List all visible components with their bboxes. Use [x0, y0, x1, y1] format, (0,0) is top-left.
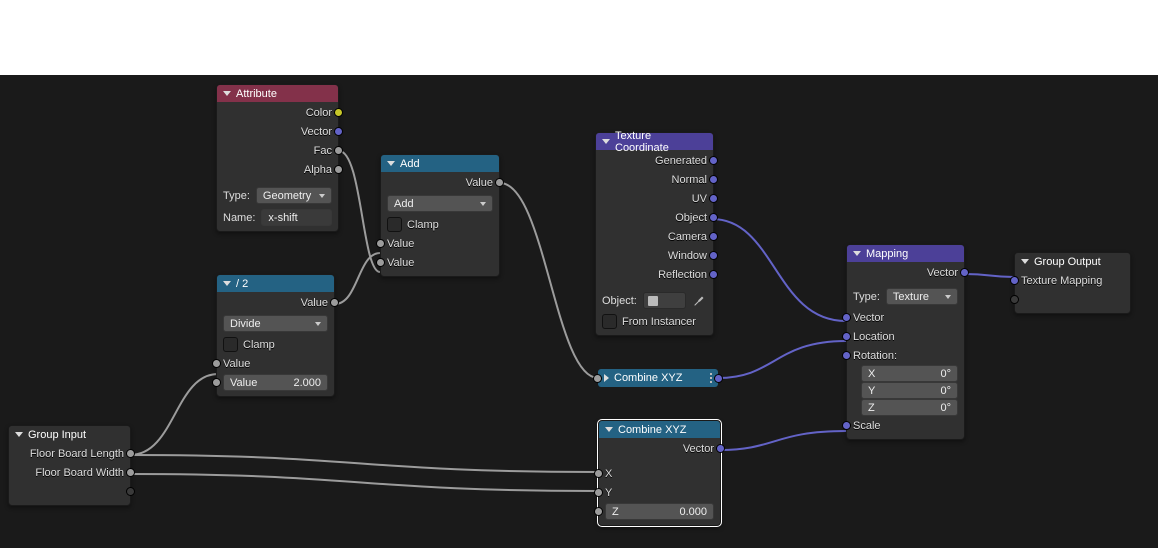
node-title: Combine XYZ — [618, 424, 686, 436]
node-group-input[interactable]: Group Input Floor Board Length Floor Boa… — [8, 425, 131, 506]
from-instancer-checkbox[interactable] — [602, 314, 617, 329]
chevron-down-icon — [1021, 259, 1029, 264]
node-group-output[interactable]: Group Output Texture Mapping — [1014, 252, 1131, 314]
socket-in[interactable] — [594, 488, 603, 497]
socket-out[interactable] — [126, 449, 135, 458]
socket-out[interactable] — [334, 165, 343, 174]
chevron-down-icon — [15, 432, 23, 437]
socket-in[interactable] — [842, 332, 851, 341]
socket-out[interactable] — [495, 178, 504, 187]
node-header[interactable]: Attribute — [217, 85, 338, 102]
socket-out[interactable] — [334, 146, 343, 155]
chevron-down-icon — [605, 427, 613, 432]
node-attribute[interactable]: Attribute Color Vector Fac Alpha Type: G… — [216, 84, 339, 232]
node-mapping[interactable]: Mapping Vector Type: Texture Vector Loca… — [846, 244, 965, 440]
node-title: Group Input — [28, 429, 86, 441]
socket-in[interactable] — [842, 421, 851, 430]
socket-in[interactable] — [376, 239, 385, 248]
socket-out[interactable] — [334, 127, 343, 136]
socket-in[interactable] — [842, 313, 851, 322]
node-header[interactable]: Group Input — [9, 426, 130, 443]
socket-in-virtual[interactable] — [1010, 295, 1019, 304]
node-header[interactable]: Texture Coordinate — [596, 133, 713, 150]
socket-out[interactable] — [709, 194, 718, 203]
mapping-type-select[interactable]: Texture — [886, 288, 958, 305]
socket-in[interactable] — [594, 507, 603, 516]
socket-in[interactable] — [594, 469, 603, 478]
node-header[interactable]: Group Output — [1015, 253, 1130, 270]
rotation-x-input[interactable]: X0° — [861, 365, 958, 382]
chevron-down-icon — [223, 281, 231, 286]
object-icon — [648, 296, 658, 306]
socket-out[interactable] — [709, 156, 718, 165]
node-title: Add — [400, 158, 420, 170]
eyedropper-icon[interactable] — [690, 292, 707, 309]
socket-out-virtual[interactable] — [126, 487, 135, 496]
value-const-row: Value2.000 — [217, 373, 334, 392]
socket-out[interactable] — [960, 268, 969, 277]
node-header[interactable]: Mapping — [847, 245, 964, 262]
socket-out[interactable] — [709, 270, 718, 279]
chevron-down-icon — [387, 161, 395, 166]
node-title: Texture Coordinate — [615, 130, 707, 154]
output-socket-row — [9, 482, 130, 501]
rotation-z-input[interactable]: Z0° — [861, 399, 958, 416]
socket-in[interactable] — [376, 258, 385, 267]
socket-out[interactable] — [716, 444, 725, 453]
node-combine-xyz[interactable]: Combine XYZ Vector X Y Z0.000 — [598, 420, 721, 526]
node-combine-xyz-collapsed[interactable]: Combine XYZ — [598, 369, 718, 387]
chevron-right-icon — [604, 374, 609, 382]
clamp-checkbox[interactable] — [387, 217, 402, 232]
z-number-input[interactable]: Z0.000 — [605, 503, 714, 520]
socket-out[interactable] — [709, 175, 718, 184]
node-texture-coordinate[interactable]: Texture Coordinate Generated Normal UV O… — [595, 132, 714, 336]
socket-out[interactable] — [709, 213, 718, 222]
socket-in[interactable] — [212, 359, 221, 368]
socket-out[interactable] — [709, 251, 718, 260]
value-number-input[interactable]: Value2.000 — [223, 374, 328, 391]
math-op-select[interactable]: Add — [387, 195, 493, 212]
node-math-add[interactable]: Add Value Add Clamp Value Value — [380, 154, 500, 277]
clamp-checkbox[interactable] — [223, 337, 238, 352]
output-socket-row: Floor Board Width — [9, 463, 130, 482]
node-title: Combine XYZ — [614, 372, 682, 384]
socket-out[interactable] — [709, 232, 718, 241]
socket-out[interactable] — [126, 468, 135, 477]
collapse-grip-icon — [710, 373, 712, 383]
attribute-name-input[interactable]: x-shift — [261, 209, 332, 226]
socket-in[interactable] — [593, 374, 602, 383]
node-title: / 2 — [236, 278, 248, 290]
object-picker[interactable] — [643, 292, 686, 309]
socket-out[interactable] — [330, 298, 339, 307]
chevron-down-icon — [602, 139, 610, 144]
node-links — [0, 75, 1158, 548]
socket-in[interactable] — [1010, 276, 1019, 285]
node-title: Group Output — [1034, 256, 1101, 268]
attribute-type-select[interactable]: Geometry — [256, 187, 332, 204]
node-header[interactable]: Add — [381, 155, 499, 172]
node-header[interactable]: / 2 — [217, 275, 334, 292]
node-title: Mapping — [866, 248, 908, 260]
rotation-y-input[interactable]: Y0° — [861, 382, 958, 399]
socket-out[interactable] — [334, 108, 343, 117]
math-op-select[interactable]: Divide — [223, 315, 328, 332]
node-title: Attribute — [236, 88, 277, 100]
chevron-down-icon — [223, 91, 231, 96]
node-math-divide[interactable]: / 2 Value Divide Clamp Value Value2.000 — [216, 274, 335, 397]
chevron-down-icon — [853, 251, 861, 256]
socket-in[interactable] — [842, 351, 851, 360]
socket-out[interactable] — [714, 374, 723, 383]
socket-in[interactable] — [212, 378, 221, 387]
output-socket-row: Floor Board Length — [9, 444, 130, 463]
node-header[interactable]: Combine XYZ — [599, 421, 720, 438]
